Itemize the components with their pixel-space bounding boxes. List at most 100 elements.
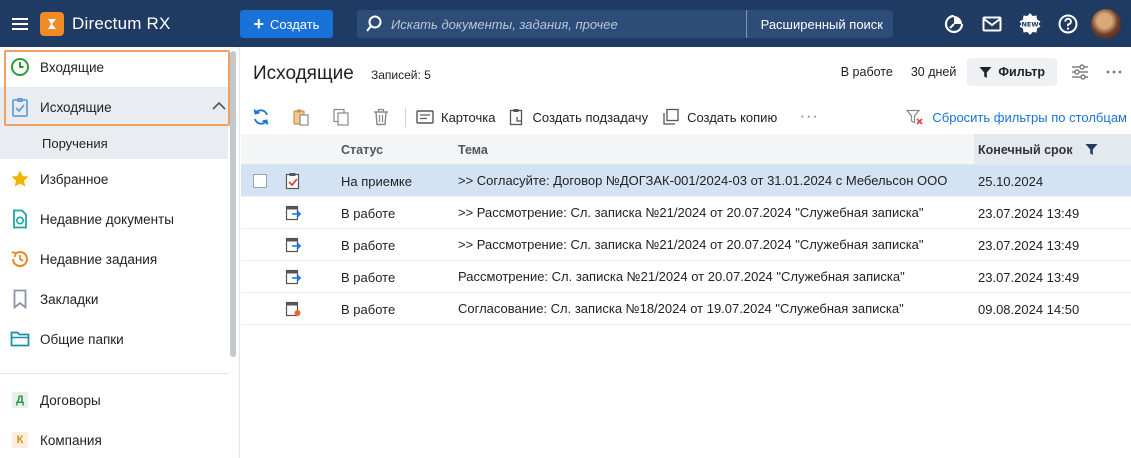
filter-icon [979, 66, 992, 78]
plus-icon: + [253, 14, 265, 34]
sidebar-item-incoming[interactable]: Входящие [0, 47, 228, 87]
copy-icon[interactable] [321, 101, 361, 133]
clock-icon [0, 57, 40, 77]
sidebar-item-recent-tasks[interactable]: Недавние задания [0, 239, 228, 279]
table-row[interactable]: В работе Рассмотрение: Сл. записка №21/2… [241, 261, 1131, 293]
sidebar-scrollbar[interactable] [230, 51, 236, 357]
mail-icon[interactable] [973, 0, 1011, 47]
menu-icon[interactable] [0, 0, 40, 47]
filter-button[interactable]: Фильтр [967, 58, 1057, 86]
folder-icon [0, 330, 40, 348]
help-icon[interactable] [1049, 0, 1087, 47]
sidebar-item-label: Общие папки [40, 331, 124, 347]
row-due: 09.08.2024 14:50 [978, 301, 1080, 317]
approval-task-icon [285, 293, 303, 325]
table-row[interactable]: В работе >> Рассмотрение: Сл. записка №2… [241, 229, 1131, 261]
row-status: В работе [341, 269, 396, 285]
paste-icon[interactable] [281, 101, 321, 133]
sidebar-item-assignments[interactable]: Поручения [0, 127, 228, 159]
brand[interactable]: Directum RX [40, 11, 240, 36]
record-count: Записей: 5 [371, 68, 431, 82]
period-filter-button[interactable]: 30 дней [902, 65, 966, 79]
grid-header: Статус Тема Конечный срок [241, 134, 1131, 165]
clipboard-icon [0, 97, 40, 117]
create-button-label: Создать [270, 16, 320, 32]
settings-sliders-icon[interactable] [1063, 58, 1097, 86]
column-header-status[interactable]: Статус [341, 134, 383, 165]
row-subject: >> Рассмотрение: Сл. записка №21/2024 от… [458, 237, 924, 252]
page-title: Исходящие [253, 63, 354, 84]
directum-logo-icon [40, 11, 64, 36]
card-icon [416, 110, 434, 124]
sidebar-item-label: Входящие [40, 59, 105, 75]
new-features-icon[interactable]: NEW [1011, 0, 1049, 47]
filter-button-label: Фильтр [998, 65, 1045, 79]
advanced-search-button[interactable]: Расширенный поиск [745, 10, 893, 38]
title-row: Исходящие Записей: 5 В работе 30 дней Фи… [241, 47, 1131, 99]
table-row[interactable]: В работе >> Рассмотрение: Сл. записка №2… [241, 197, 1131, 229]
speedometer-icon[interactable] [935, 0, 973, 47]
top-bar: Directum RX + Создать Расширенный поиск … [0, 0, 1131, 47]
sidebar: Входящие Исходящие Поручения Избранное Н… [0, 47, 240, 458]
table-row[interactable]: В работе Согласование: Сл. записка №18/2… [241, 293, 1131, 325]
bookmark-icon [0, 289, 40, 309]
refresh-icon[interactable] [241, 101, 281, 133]
star-icon [0, 169, 40, 189]
new-badge-text: NEW [1021, 20, 1038, 28]
main-panel: Исходящие Записей: 5 В работе 30 дней Фи… [241, 47, 1131, 458]
status-filter-button[interactable]: В работе [832, 65, 902, 79]
row-due: 23.07.2024 13:49 [978, 205, 1080, 221]
sidebar-item-outgoing[interactable]: Исходящие [0, 87, 228, 127]
sidebar-item-company[interactable]: К Компания [0, 420, 228, 458]
top-icons: NEW [935, 0, 1131, 47]
more-options-icon[interactable] [1097, 58, 1131, 86]
title-actions: В работе 30 дней Фильтр [832, 58, 1131, 86]
avatar[interactable] [1091, 8, 1121, 39]
sidebar-item-contracts[interactable]: Д Договоры [0, 380, 228, 420]
create-copy-label: Создать копию [687, 109, 778, 125]
sidebar-item-recent-documents[interactable]: Недавние документы [0, 199, 228, 239]
column-header-subject[interactable]: Тема [458, 134, 488, 165]
sidebar-item-bookmarks[interactable]: Закладки [0, 279, 228, 319]
recent-docs-icon [0, 209, 40, 229]
card-button[interactable]: Карточка [414, 101, 507, 133]
delete-icon[interactable] [361, 101, 401, 133]
reset-column-filters-button[interactable]: Сбросить фильтры по столбцам [906, 101, 1127, 133]
card-button-label: Карточка [441, 109, 496, 125]
column-filter-icon[interactable] [1085, 143, 1098, 156]
reset-filters-label: Сбросить фильтры по столбцам [932, 109, 1127, 125]
sidebar-item-label: Недавние документы [40, 211, 174, 227]
toolbar-more-icon[interactable]: ··· [789, 108, 829, 126]
row-checkbox[interactable] [253, 174, 267, 188]
column-header-due-label: Конечный срок [978, 142, 1073, 157]
search-input[interactable] [391, 16, 746, 32]
create-button[interactable]: + Создать [240, 10, 333, 38]
search-box: Расширенный поиск [357, 10, 893, 38]
chevron-up-icon[interactable] [212, 99, 226, 114]
company-letter-icon-wrap: К [0, 432, 40, 448]
row-status: В работе [341, 205, 396, 221]
create-copy-button[interactable]: Создать копию [660, 101, 789, 133]
row-due: 23.07.2024 13:49 [978, 269, 1080, 285]
sidebar-divider [0, 373, 228, 374]
row-subject: Рассмотрение: Сл. записка №21/2024 от 20… [458, 269, 905, 284]
subtask-icon [510, 109, 523, 126]
create-subtask-label: Создать подзадачу [532, 109, 649, 125]
sidebar-item-favorites[interactable]: Избранное [0, 159, 228, 199]
task-arrow-icon [285, 261, 303, 293]
create-subtask-button[interactable]: Создать подзадачу [507, 101, 660, 133]
sidebar-item-label: Компания [40, 432, 102, 448]
row-subject: >> Рассмотрение: Сл. записка №21/2024 от… [458, 205, 924, 220]
search-icon[interactable] [357, 15, 391, 33]
task-arrow-icon [285, 197, 303, 229]
sidebar-item-label: Закладки [40, 291, 99, 307]
row-due: 25.10.2024 [978, 173, 1044, 189]
contracts-letter-icon: Д [12, 392, 28, 408]
create-copy-icon [663, 108, 679, 125]
row-status: На приемке [341, 173, 412, 189]
column-header-due[interactable]: Конечный срок [974, 134, 1131, 165]
sidebar-item-shared-folders[interactable]: Общие папки [0, 319, 228, 359]
table-row[interactable]: На приемке >> Согласуйте: Договор №ДОГЗА… [241, 165, 1131, 197]
recent-tasks-icon [0, 249, 40, 269]
sidebar-item-label: Договоры [40, 392, 101, 408]
